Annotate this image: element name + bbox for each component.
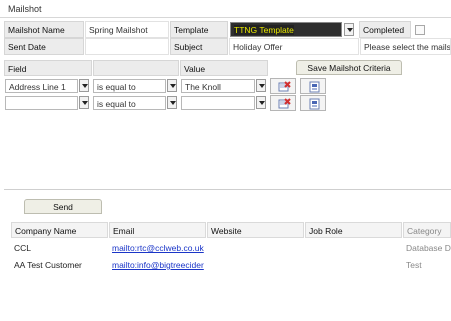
subject-label: Subject [170,38,228,55]
table-cell-website [207,240,304,254]
completed-label: Completed [359,21,411,38]
table-cell-company: CCL [14,243,32,253]
template-select[interactable]: TTNG Template [230,22,342,37]
col-header-job-role[interactable]: Job Role [305,222,402,238]
criteria-value-select[interactable] [181,96,255,110]
table-cell-category: Test [406,260,422,270]
section-divider [4,189,451,190]
clear-row-icon [278,98,291,109]
value-header: Value [180,60,268,76]
criteria-operator-select[interactable]: is equal to [93,96,166,110]
clear-row-button[interactable] [270,78,296,94]
criteria-field-select[interactable]: Address Line 1 [5,79,78,93]
subject-field[interactable]: Holiday Offer [229,38,359,55]
col-header-website[interactable]: Website [207,222,304,238]
chevron-down-icon[interactable] [167,79,177,92]
clear-row-button[interactable] [270,95,296,111]
table-cell-website [207,257,304,271]
save-criteria-button-label: Save Mailshot Criteria [307,63,391,73]
mailshot-name-field[interactable]: Spring Mailshot [85,21,169,38]
clear-row-icon [278,81,291,92]
table-cell-company: AA Test Customer [14,260,82,270]
hint-text: Please select the mailshot [360,38,451,55]
chevron-down-icon[interactable] [79,79,89,92]
chevron-down-icon[interactable] [79,96,89,109]
sent-date-field[interactable] [85,38,169,55]
table-cell-email-link[interactable]: mailto:rtc@cclweb.co.uk [109,240,206,254]
chevron-down-icon[interactable] [256,96,266,109]
template-label: Template [170,21,228,38]
add-row-icon [309,98,320,110]
send-button[interactable]: Send [24,199,102,214]
send-button-label: Send [53,202,73,212]
add-row-button[interactable] [300,78,326,94]
save-criteria-button[interactable]: Save Mailshot Criteria [296,60,402,75]
chevron-down-icon[interactable] [167,96,177,109]
col-header-email[interactable]: Email [109,222,206,238]
criteria-field-select[interactable] [5,96,78,110]
table-cell-email-link[interactable]: mailto:info@bigtreecider [109,257,206,271]
mailshot-name-label: Mailshot Name [4,21,84,38]
add-row-button[interactable] [300,95,326,111]
completed-checkbox[interactable] [415,25,425,35]
template-select-value: TTNG Template [234,25,294,35]
window-titlebar: Mailshot [0,0,451,18]
window-title: Mailshot [8,4,42,14]
col-header-company[interactable]: Company Name [11,222,108,238]
col-header-category[interactable]: Category [403,222,451,238]
sent-date-label: Sent Date [4,38,84,55]
chevron-down-icon[interactable] [256,79,266,92]
field-header: Field [4,60,92,76]
chevron-down-icon[interactable] [344,23,354,36]
table-cell-job-role [305,240,402,254]
add-row-icon [309,81,320,93]
table-cell-job-role [305,257,402,271]
operator-header [93,60,179,76]
criteria-operator-select[interactable]: is equal to [93,79,166,93]
criteria-value-select[interactable]: The Knoll [181,79,255,93]
table-cell-category: Database D [406,243,451,253]
